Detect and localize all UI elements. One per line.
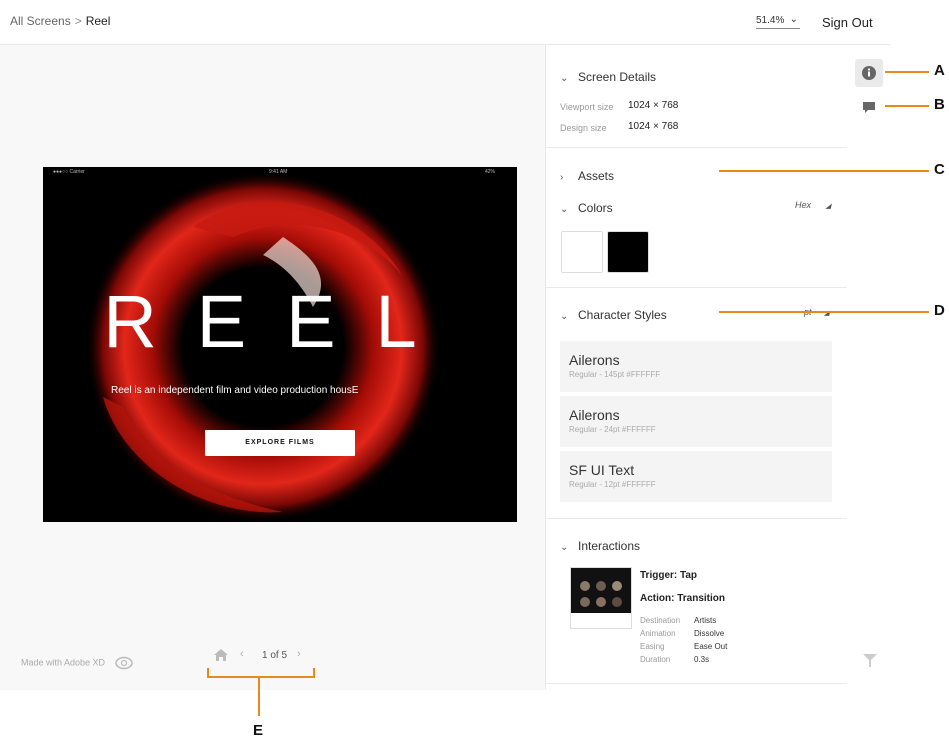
character-styles-title: Character Styles [578, 308, 667, 322]
trigger-label: Trigger: Tap [640, 570, 698, 581]
detail-label: Duration [640, 655, 671, 664]
chevron-down-icon: ⌄ [560, 311, 569, 322]
page-indicator: 1 of 5 [262, 650, 288, 661]
breadcrumb-current: Reel [85, 14, 111, 28]
color-swatch-white[interactable] [561, 231, 603, 273]
comments-button[interactable] [855, 93, 883, 121]
zoom-select[interactable]: 51.4% ⌄ [756, 14, 800, 29]
explore-films-button[interactable]: EXPLORE FILMS [205, 430, 355, 456]
status-time: 9:41 AM [269, 169, 288, 175]
screen-details-title: Screen Details [578, 70, 657, 84]
artists-screen-thumbnail [571, 568, 631, 613]
character-style-card[interactable]: SF UI Text Regular - 12pt #FFFFFF [560, 451, 832, 502]
callout-line-e [258, 676, 260, 716]
action-label: Action: Transition [640, 593, 725, 604]
detail-value: Ease Out [694, 642, 728, 651]
viewport-size-label: Viewport size [560, 102, 614, 112]
made-with-label: Made with Adobe XD [21, 657, 106, 668]
detail-label: Destination [640, 616, 681, 625]
detail-label: Easing [640, 642, 665, 651]
info-icon [862, 66, 876, 80]
divider [546, 287, 848, 288]
character-style-meta: Regular - 24pt #FFFFFF [569, 425, 656, 434]
colors-title: Colors [578, 201, 613, 215]
top-bar: All Screens > Reel 51.4% ⌄ Sign Out [0, 0, 890, 45]
divider [546, 518, 848, 519]
assets-header[interactable]: › Assets [560, 167, 614, 185]
divider [546, 683, 848, 684]
callout-line-a [885, 71, 929, 73]
colors-header[interactable]: ⌄ Colors [560, 199, 613, 217]
character-style-card[interactable]: Ailerons Regular - 145pt #FFFFFF [560, 341, 832, 392]
design-size-label: Design size [560, 123, 607, 133]
corner-triangle-icon: ◢ [825, 203, 831, 210]
status-battery: 42% [485, 169, 496, 175]
callout-bracket-e [207, 668, 315, 678]
detail-value: Artists [694, 616, 717, 625]
callout-line-b [885, 105, 929, 107]
info-button[interactable] [855, 59, 883, 87]
interactions-title: Interactions [578, 539, 641, 553]
color-format-value: Hex [795, 200, 812, 210]
inspect-panel: ⌄ Screen Details Viewport size 1024 × 768… [545, 45, 848, 690]
breadcrumb-separator: > [74, 14, 82, 28]
character-style-name: Ailerons [569, 407, 620, 423]
color-swatch-black[interactable] [607, 231, 649, 273]
reel-subtitle: Reel is an independent film and video pr… [111, 385, 359, 396]
callout-line-c [719, 170, 929, 172]
status-bar: ●●●○○ Carrier 9:41 AM 42% [43, 167, 517, 177]
chevron-down-icon: ⌄ [560, 542, 569, 553]
interactions-header[interactable]: ⌄ Interactions [560, 537, 640, 555]
detail-value: Dissolve [694, 629, 725, 638]
callout-label-d: D [934, 302, 945, 319]
callout-label-e: E [253, 722, 264, 739]
design-size-value: 1024 × 768 [628, 121, 679, 132]
breadcrumb: All Screens > Reel [10, 14, 110, 28]
zoom-value: 51.4% [756, 15, 785, 26]
home-icon[interactable] [213, 648, 229, 662]
detail-value: 0.3s [694, 655, 710, 664]
screen-details-header[interactable]: ⌄ Screen Details [560, 68, 656, 86]
artboard-preview[interactable]: ●●●○○ Carrier 9:41 AM 42% REEL Reel is a… [43, 167, 517, 522]
chevron-right-icon[interactable]: › [297, 648, 301, 660]
chevron-right-icon: › [560, 172, 564, 183]
assets-title: Assets [578, 169, 615, 183]
made-with-adobe-xd[interactable]: Made with Adobe XD [21, 656, 134, 670]
flag-icon[interactable] [861, 651, 879, 669]
chevron-down-icon: ⌄ [560, 73, 569, 84]
detail-label: Animation [640, 629, 676, 638]
callout-line-d [719, 311, 929, 313]
character-styles-header[interactable]: ⌄ Character Styles [560, 306, 667, 324]
character-style-name: SF UI Text [569, 462, 635, 478]
character-style-name: Ailerons [569, 352, 620, 368]
comment-icon [863, 102, 875, 113]
character-style-card[interactable]: Ailerons Regular - 24pt #FFFFFF [560, 396, 832, 447]
callout-label-a: A [934, 62, 945, 79]
destination-thumbnail[interactable] [570, 567, 632, 629]
right-rail [847, 45, 890, 690]
callout-label-b: B [934, 96, 945, 113]
character-style-meta: Regular - 145pt #FFFFFF [569, 370, 661, 379]
color-format-select[interactable]: Hex ◢ [795, 200, 831, 210]
status-carrier: ●●●○○ Carrier [53, 169, 85, 175]
chevron-left-icon[interactable]: ‹ [240, 648, 244, 660]
character-style-meta: Regular - 12pt #FFFFFF [569, 480, 656, 489]
divider [546, 147, 848, 148]
creative-cloud-icon [114, 656, 133, 670]
breadcrumb-all-screens[interactable]: All Screens [10, 14, 71, 28]
reel-title: REEL [103, 280, 457, 363]
sign-out-button[interactable]: Sign Out [822, 15, 873, 30]
callout-label-c: C [934, 161, 945, 178]
chevron-down-icon: ⌄ [560, 204, 569, 215]
viewport-size-value: 1024 × 768 [628, 100, 679, 111]
chevron-down-icon: ⌄ [789, 14, 798, 25]
